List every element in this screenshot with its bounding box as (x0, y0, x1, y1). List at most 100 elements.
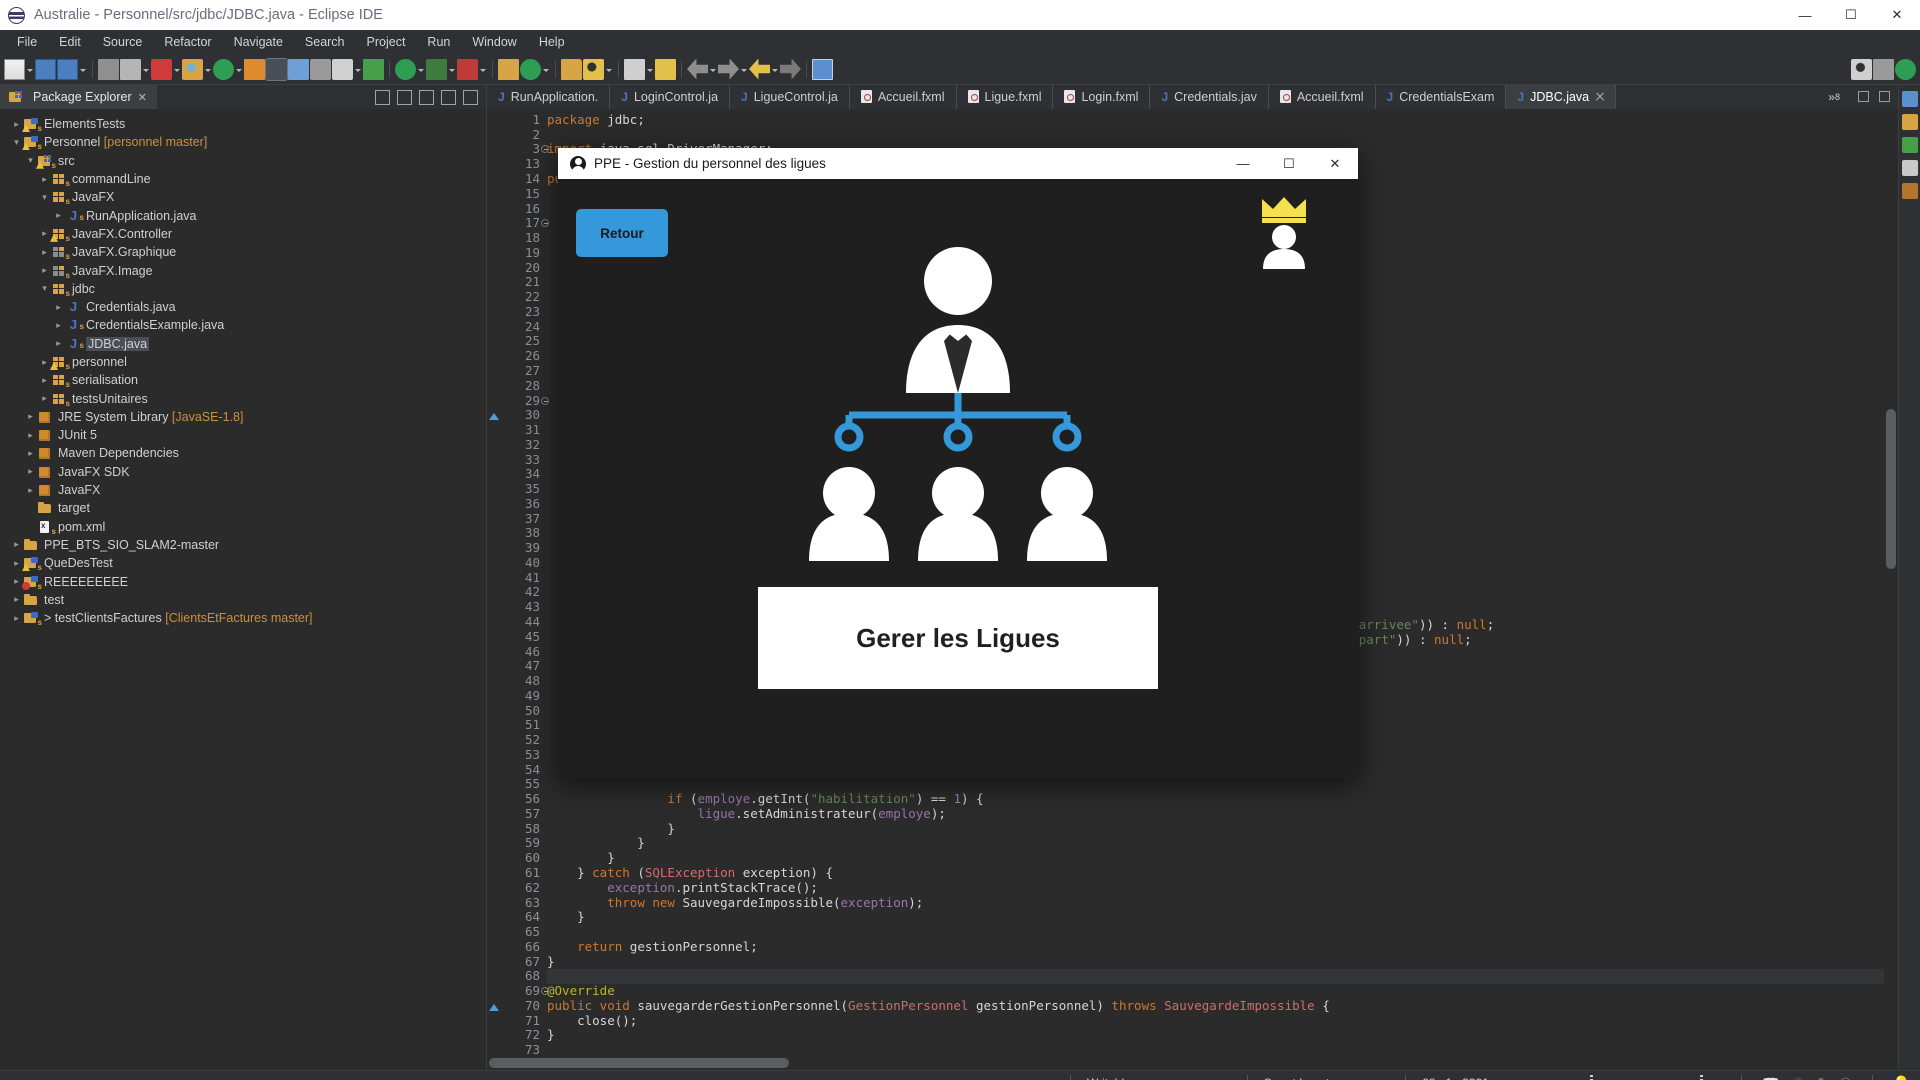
menu-source[interactable]: Source (92, 33, 154, 51)
coverage-icon[interactable] (457, 58, 478, 80)
search-dropdown-arrow[interactable] (204, 59, 212, 80)
view-menu-icon[interactable] (419, 89, 434, 105)
code-line[interactable]: close(); (547, 1013, 1884, 1029)
new-icon[interactable] (4, 58, 25, 80)
editor-tab[interactable]: Login.fxml (1053, 85, 1151, 109)
chevron-right-icon[interactable] (38, 175, 51, 184)
open-task-icon[interactable] (655, 58, 676, 80)
tree-item[interactable]: J Credentials.java (0, 298, 486, 316)
external-tools-dropdown-arrow[interactable] (542, 59, 550, 80)
window-minimize-button[interactable]: — (1782, 0, 1828, 30)
save-dropdown-arrow[interactable] (79, 59, 87, 80)
problems-view-icon[interactable] (1901, 137, 1918, 153)
tree-item[interactable]: s> testClientsFactures [ClientsEtFacture… (0, 609, 486, 627)
collapse-all-icon[interactable] (375, 89, 390, 105)
chevron-right-icon[interactable] (10, 595, 23, 604)
tree-item[interactable]: test (0, 591, 486, 609)
tree-item[interactable]: sjdbc (0, 280, 486, 298)
debug-dropdown-arrow[interactable] (448, 59, 456, 80)
javadoc-view-icon[interactable] (1901, 160, 1918, 176)
back-arrow-icon[interactable] (687, 58, 708, 80)
code-line[interactable]: @Override (547, 983, 1884, 999)
graduation-icon[interactable]: 🎓 (1790, 1075, 1807, 1080)
menu-window[interactable]: Window (461, 33, 527, 51)
chevron-right-icon[interactable] (38, 376, 51, 385)
book-icon[interactable]: 📖 (1762, 1075, 1779, 1080)
home-icon[interactable]: ⌂ (1713, 1075, 1721, 1080)
retour-button[interactable]: Retour (576, 209, 668, 257)
refresh-dropdown-arrow[interactable] (235, 59, 243, 80)
menu-edit[interactable]: Edit (48, 33, 92, 51)
last-edit-dropdown-arrow[interactable] (646, 59, 654, 80)
last-edit-location-icon[interactable] (624, 58, 645, 80)
editor-tab[interactable]: Accueil.fxml (1269, 85, 1376, 109)
pause-icon[interactable] (332, 58, 353, 80)
code-line[interactable]: package jdbc; (547, 112, 1884, 128)
code-line[interactable]: return gestionPersonnel; (547, 939, 1884, 955)
minimize-editor-icon[interactable] (1858, 91, 1869, 103)
task-list-icon[interactable] (1901, 114, 1918, 130)
tree-item[interactable]: JRE System Library [JavaSE-1.8] (0, 408, 486, 426)
chevron-right-icon[interactable] (38, 358, 51, 367)
menu-search[interactable]: Search (294, 33, 356, 51)
tree-item[interactable]: sPersonnel [personnel master] (0, 133, 486, 151)
undo-icon[interactable] (749, 58, 770, 80)
window-close-button[interactable]: ✕ (1874, 0, 1920, 30)
tree-item[interactable]: sQueDesTest (0, 554, 486, 572)
code-line[interactable]: exception.printStackTrace(); (547, 880, 1884, 896)
chevron-right-icon[interactable] (38, 266, 51, 275)
redo-icon[interactable] (780, 58, 801, 80)
external-tools-icon[interactable] (520, 58, 541, 80)
dialog-close-button[interactable]: ✕ (1312, 148, 1358, 179)
pencil-icon[interactable]: ✎ (1817, 1075, 1829, 1080)
code-line[interactable]: } (547, 850, 1884, 866)
perspective-icon[interactable] (812, 58, 833, 80)
chevron-right-icon[interactable] (24, 449, 37, 458)
tree-item[interactable]: sElementsTests (0, 115, 486, 133)
override-marker-icon[interactable] (489, 412, 499, 420)
chevron-right-icon[interactable] (52, 211, 65, 220)
chevron-right-icon[interactable] (38, 394, 51, 403)
chevron-down-icon[interactable] (38, 193, 51, 202)
code-line[interactable]: } (547, 821, 1884, 837)
window-maximize-button[interactable]: ☐ (1828, 0, 1874, 30)
edit-mode-icon[interactable] (265, 57, 288, 81)
editor-tab[interactable]: J LigueControl.ja (730, 85, 850, 109)
tree-item[interactable]: JsCredentialsExample.java (0, 316, 486, 334)
minimize-view-icon[interactable] (441, 89, 456, 105)
tree-item[interactable]: ssrc (0, 152, 486, 170)
menu-navigate[interactable]: Navigate (223, 33, 294, 51)
menu-run[interactable]: Run (416, 33, 461, 51)
tree-item[interactable]: JavaFX SDK (0, 463, 486, 481)
tree-item[interactable]: spersonnel (0, 353, 486, 371)
chevron-right-icon[interactable] (10, 120, 23, 129)
dialog-maximize-button[interactable]: ☐ (1266, 148, 1312, 179)
chevron-down-icon[interactable] (10, 138, 23, 147)
junit-run-icon[interactable] (363, 58, 384, 80)
menu-file[interactable]: File (6, 33, 48, 51)
declaration-view-icon[interactable] (1901, 183, 1918, 199)
chevron-right-icon[interactable] (38, 248, 51, 257)
coverage-dropdown-arrow[interactable] (479, 59, 487, 80)
outline-view-icon[interactable] (1901, 91, 1918, 107)
open-perspective-icon[interactable] (1873, 58, 1894, 80)
code-line[interactable] (547, 1043, 1884, 1056)
chevron-right-icon[interactable] (24, 486, 37, 495)
code-line[interactable]: throw new SauvegardeImpossible(exception… (547, 895, 1884, 911)
stop-icon[interactable] (151, 58, 172, 80)
maximize-view-icon[interactable] (463, 89, 478, 105)
tree-item[interactable]: JsJDBC.java (0, 335, 486, 353)
menu-help[interactable]: Help (528, 33, 576, 51)
code-line[interactable]: } (547, 910, 1884, 925)
refresh-icon[interactable] (213, 58, 234, 80)
editor-tab[interactable]: J JDBC.java (1506, 85, 1617, 109)
chevron-right-icon[interactable] (38, 229, 51, 238)
editor-tab[interactable]: J LoginControl.ja (610, 85, 731, 109)
show-whitespace-icon[interactable] (310, 58, 331, 80)
chevron-right-icon[interactable] (52, 321, 65, 330)
stop-dropdown-arrow[interactable] (173, 59, 181, 80)
quick-access-search-icon[interactable] (1851, 58, 1872, 80)
chevron-down-icon[interactable] (38, 284, 51, 293)
code-line[interactable]: } catch (SQLException exception) { (547, 865, 1884, 881)
chevron-right-icon[interactable] (10, 559, 23, 568)
